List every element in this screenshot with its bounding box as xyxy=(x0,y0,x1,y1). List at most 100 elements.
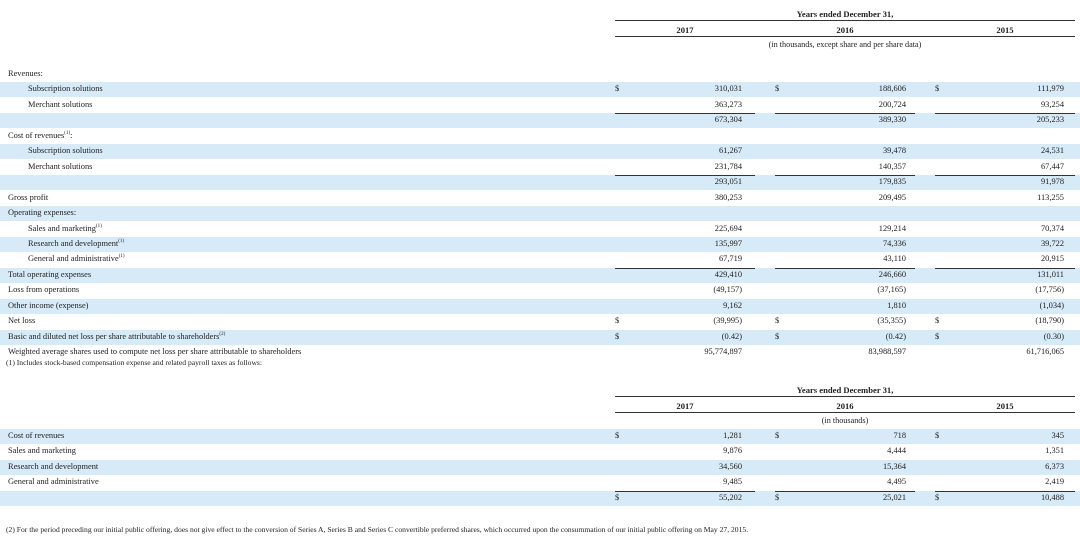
table2-year-2015: 2015 xyxy=(996,401,1014,411)
subtotal-rule xyxy=(935,113,1075,115)
table1-cell: 135,997 xyxy=(714,238,742,248)
table1-row-label: Net loss xyxy=(8,316,36,326)
dollar-sign: $ xyxy=(935,492,940,502)
table1-row-label: Operating expenses: xyxy=(8,208,77,218)
table1-row-label: Total operating expenses xyxy=(8,269,92,279)
table1-cell: 61,716,065 xyxy=(1026,347,1064,357)
dollar-sign: $ xyxy=(775,84,780,94)
table1-row: Merchant solutions 363,273 200,724 93,254 xyxy=(0,98,1080,113)
table1-row: Basic and diluted net loss per share att… xyxy=(0,329,1080,345)
table1-cell: 9,162 xyxy=(723,300,742,310)
table1-year-2017: 2017 xyxy=(676,25,694,35)
table1-cell: 95,774,897 xyxy=(704,347,742,357)
table2-row: Cost of revenues $ $ $1,281 718 345 xyxy=(0,429,1080,444)
table1-cell: (18,790) xyxy=(1035,316,1064,326)
table1-row: Net loss $ $ $ (39,995) (35,355) (18,790) xyxy=(0,314,1080,329)
table1-row-label: Loss from operations xyxy=(8,285,80,295)
table1-cell: 39,722 xyxy=(1040,238,1064,248)
table1-cell: 246,660 xyxy=(878,269,906,279)
table2-cell: 718 xyxy=(893,431,906,440)
table1-row-label: Other income (expense) xyxy=(8,300,89,310)
subtotal-rule xyxy=(615,490,755,492)
table1-cell: 129,214 xyxy=(878,223,906,233)
subtotal-rule xyxy=(775,113,915,115)
table1-cell: 74,336 xyxy=(882,238,906,248)
table1-cell: (17,756) xyxy=(1035,285,1064,295)
table2-year-2017: 2017 xyxy=(676,401,694,411)
footnote-ref: (2) xyxy=(219,331,226,337)
table1-cell: 93,254 xyxy=(1040,99,1064,109)
table1-row: Subscription solutions $ $ $310,031 188,606 1… xyxy=(0,82,1080,98)
table1-row-label: General and administrative(1) xyxy=(28,254,125,264)
table1-cell: 363,273 xyxy=(714,99,742,109)
table2-unit-note: (in thousands) xyxy=(821,416,869,425)
table2-year-2016: 2016 xyxy=(836,401,854,411)
dollar-sign: $ xyxy=(775,492,780,502)
table1-row: Gross profit 380,253 209,495 113,255 xyxy=(0,191,1080,206)
table1-cell: 131,011 xyxy=(1037,269,1064,279)
table2-header-rule xyxy=(615,396,1075,397)
table1-cell: 113,255 xyxy=(1037,192,1064,202)
table1-row-label: Merchant solutions xyxy=(28,161,93,171)
table1-cell: 293,051 xyxy=(714,177,742,187)
footnote-ref: (1) xyxy=(95,223,102,229)
table1-cell: 83,988,597 xyxy=(868,347,906,357)
footnote-ref: (1) xyxy=(118,238,125,244)
table2-row: $ $ $55,202 25,021 10,488 xyxy=(0,490,1080,506)
dollar-sign: $ xyxy=(935,431,940,440)
table1-cell: (0.30) xyxy=(1043,331,1064,341)
subtotal-rule xyxy=(935,175,1075,177)
table1-cell: 225,694 xyxy=(714,223,742,233)
table1-row: 673,304 389,330 205,233 xyxy=(0,113,1080,129)
table1-cell: 67,719 xyxy=(718,254,742,264)
subtotal-rule xyxy=(935,490,1075,492)
table1-row-label: Subscription solutions xyxy=(28,146,103,156)
dollar-sign: $ xyxy=(935,84,940,94)
table2-row-label: General and administrative xyxy=(8,477,99,487)
table1-row-label: Gross profit xyxy=(8,192,49,202)
table1-cell: 429,410 xyxy=(714,269,742,279)
table1-cell: (0.42) xyxy=(885,331,906,341)
table1-row: General and administrative(1) 67,719 43,11… xyxy=(0,252,1080,267)
table1-row: Research and development(1) 135,997 74,336… xyxy=(0,236,1080,252)
table1-row-label: Merchant solutions xyxy=(28,99,93,109)
table2-cell: 25,021 xyxy=(882,492,906,502)
table1-unit-note: (in thousands, except share and per shar… xyxy=(768,40,922,49)
subtotal-rule xyxy=(615,175,755,177)
table1-cell: (39,995) xyxy=(713,316,742,326)
table2-cell: 34,560 xyxy=(718,461,742,471)
table1-cell: 140,357 xyxy=(878,161,906,171)
label-suffix: : xyxy=(70,130,73,140)
table1-row: Sales and marketing(1) 225,694 129,214 70,3… xyxy=(0,222,1080,237)
table1-cell: 673,304 xyxy=(714,115,742,125)
table1-year-rule xyxy=(615,36,1075,37)
table2-row: Sales and marketing 9,876 4,444 1,351 xyxy=(0,444,1080,459)
dollar-sign: $ xyxy=(775,331,780,341)
table2-cell: 10,488 xyxy=(1040,492,1064,502)
table1-cell: 188,606 xyxy=(878,84,906,94)
subtotal-rule xyxy=(615,113,755,115)
table1-cell: 231,784 xyxy=(714,161,742,171)
table2-cell: 1,351 xyxy=(1045,446,1064,456)
table1-cell: 39,478 xyxy=(882,146,906,156)
table1-row-label: Basic and diluted net loss per share att… xyxy=(8,331,226,341)
table2-cell: 15,364 xyxy=(882,461,906,471)
subtotal-rule xyxy=(935,267,1075,269)
table1-cell: 111,979 xyxy=(1037,84,1064,94)
dollar-sign: $ xyxy=(615,492,620,502)
table2-row: Research and development 34,560 15,364 6,37… xyxy=(0,459,1080,475)
table1-row-label: Sales and marketing(1) xyxy=(28,223,102,233)
table1-year-2016: 2016 xyxy=(836,25,854,35)
table1-cell: (37,165) xyxy=(877,285,906,295)
footnote-2: (2) For the period preceding our initial… xyxy=(6,525,749,534)
table2-cell: 9,876 xyxy=(723,446,742,456)
dollar-sign: $ xyxy=(615,84,620,94)
table1-row: Subscription solutions 61,267 39,478 24,531 xyxy=(0,144,1080,160)
table2-row-label: Sales and marketing xyxy=(8,446,76,456)
table1-cell: (35,355) xyxy=(877,316,906,326)
table1-cell: 67,447 xyxy=(1040,161,1064,171)
table1-row-label: Weighted average shares used to compute … xyxy=(8,347,302,357)
table2-cell: 2,419 xyxy=(1045,477,1064,487)
table1-cell: (1,034) xyxy=(1039,300,1064,310)
table1-cell: 43,110 xyxy=(883,254,906,264)
